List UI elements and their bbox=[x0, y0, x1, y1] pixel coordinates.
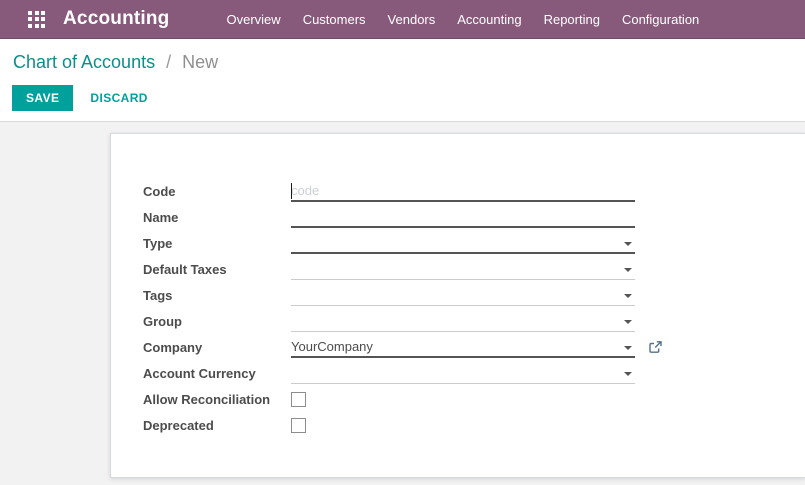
default-taxes-select[interactable] bbox=[291, 259, 635, 280]
field-label-group: Group bbox=[143, 313, 182, 329]
form-row-type: Type bbox=[111, 230, 805, 256]
field-label-tags: Tags bbox=[143, 287, 173, 303]
chevron-down-icon bbox=[624, 293, 632, 298]
field-label-code: Code bbox=[143, 183, 176, 199]
form-row-deprecated: Deprecated bbox=[111, 412, 805, 438]
form-row-account-currency: Account Currency bbox=[111, 360, 805, 386]
field-label-default-taxes: Default Taxes bbox=[143, 261, 227, 277]
allow-reconciliation-checkbox[interactable] bbox=[291, 391, 306, 407]
top-menu: Overview Customers Vendors Accounting Re… bbox=[216, 0, 711, 38]
form-row-tags: Tags bbox=[111, 282, 805, 308]
field-label-company: Company bbox=[143, 339, 203, 355]
form-row-allow-reconciliation: Allow Reconciliation bbox=[111, 386, 805, 412]
company-select[interactable]: YourCompany bbox=[291, 337, 635, 358]
deprecated-checkbox[interactable] bbox=[291, 417, 306, 433]
external-link-icon bbox=[648, 340, 662, 353]
chevron-down-icon bbox=[624, 241, 632, 246]
breadcrumb-current: New bbox=[182, 52, 219, 72]
form-row-name: Name bbox=[111, 204, 805, 230]
nav-item-reporting[interactable]: Reporting bbox=[533, 0, 611, 39]
tags-select[interactable] bbox=[291, 285, 635, 306]
control-panel: Chart of Accounts / New SAVE DISCARD bbox=[0, 39, 805, 122]
account-form: Code Name Type bbox=[111, 134, 805, 438]
name-field bbox=[291, 206, 635, 228]
external-link-button[interactable] bbox=[647, 339, 663, 355]
breadcrumb-parent-link[interactable]: Chart of Accounts bbox=[13, 52, 155, 72]
content-area: Code Name Type bbox=[0, 122, 805, 485]
top-navbar: Accounting Overview Customers Vendors Ac… bbox=[0, 0, 805, 39]
name-input[interactable] bbox=[291, 206, 635, 226]
code-input[interactable] bbox=[291, 180, 635, 200]
chevron-down-icon bbox=[624, 371, 632, 376]
action-buttons: SAVE DISCARD bbox=[12, 85, 148, 111]
type-select[interactable] bbox=[291, 233, 635, 254]
discard-button[interactable]: DISCARD bbox=[90, 91, 147, 105]
nav-item-vendors[interactable]: Vendors bbox=[377, 0, 447, 39]
nav-item-accounting[interactable]: Accounting bbox=[446, 0, 532, 39]
field-label-type: Type bbox=[143, 235, 173, 251]
chevron-down-icon bbox=[624, 267, 632, 272]
chevron-down-icon bbox=[624, 319, 632, 324]
nav-item-overview[interactable]: Overview bbox=[216, 0, 292, 39]
breadcrumb: Chart of Accounts / New bbox=[13, 52, 218, 73]
company-select-value: YourCompany bbox=[291, 338, 373, 354]
nav-item-configuration[interactable]: Configuration bbox=[611, 0, 710, 39]
field-label-allow-reconciliation: Allow Reconciliation bbox=[143, 391, 271, 407]
chevron-down-icon bbox=[624, 345, 632, 350]
group-select[interactable] bbox=[291, 311, 635, 332]
form-sheet: Code Name Type bbox=[110, 133, 805, 478]
form-row-default-taxes: Default Taxes bbox=[111, 256, 805, 282]
account-currency-select[interactable] bbox=[291, 363, 635, 384]
save-button[interactable]: SAVE bbox=[12, 85, 74, 111]
form-row-code: Code bbox=[111, 178, 805, 204]
apps-menu-icon[interactable] bbox=[28, 10, 45, 28]
text-cursor bbox=[291, 182, 292, 199]
field-label-name: Name bbox=[143, 209, 179, 225]
breadcrumb-separator: / bbox=[166, 52, 172, 72]
nav-item-customers[interactable]: Customers bbox=[292, 0, 377, 39]
field-label-deprecated: Deprecated bbox=[143, 417, 214, 433]
form-row-company: Company YourCompany bbox=[111, 334, 805, 360]
form-row-group: Group bbox=[111, 308, 805, 334]
code-field bbox=[291, 180, 635, 202]
app-title: Accounting bbox=[63, 8, 170, 29]
field-label-account-currency: Account Currency bbox=[143, 365, 256, 381]
